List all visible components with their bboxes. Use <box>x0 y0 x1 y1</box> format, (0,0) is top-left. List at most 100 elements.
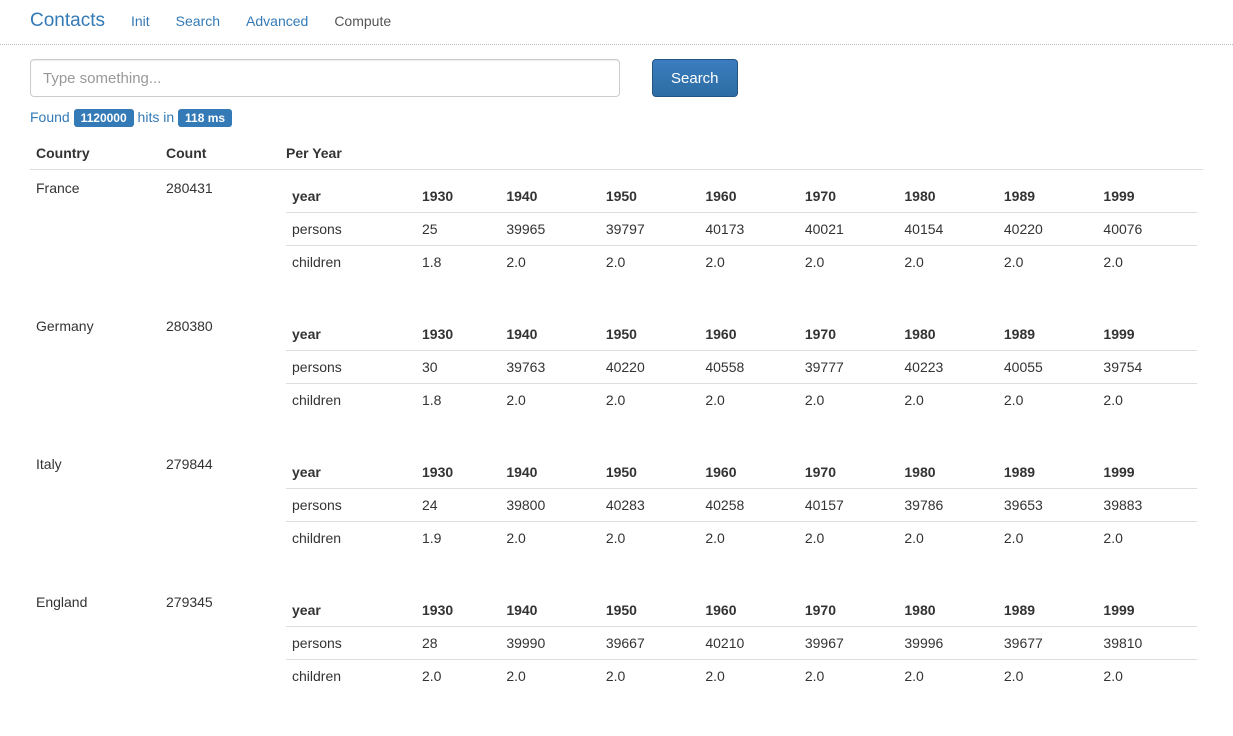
table-row: England279345year19301940195019601970198… <box>30 584 1203 722</box>
per-year-cell: 40258 <box>699 489 799 522</box>
per-year-cell: 1960 <box>699 456 799 489</box>
per-year-cell: 2.0 <box>898 660 998 693</box>
per-year-cell: 39800 <box>500 489 600 522</box>
per-year-row-label: children <box>286 660 416 693</box>
per-year-cell: 2.0 <box>600 246 700 279</box>
per-year-cell: 39667 <box>600 627 700 660</box>
per-year-cell: 1940 <box>500 180 600 213</box>
per-year-cell: 1999 <box>1097 318 1197 351</box>
per-year-row-label: year <box>286 594 416 627</box>
per-year-cell: 2.0 <box>500 660 600 693</box>
per-year-cell: 39763 <box>500 351 600 384</box>
table-row: Italy279844year1930194019501960197019801… <box>30 446 1203 584</box>
per-year-cell: 1970 <box>799 180 899 213</box>
results-prefix: Found <box>30 109 70 125</box>
per-year-cell: 40055 <box>998 351 1098 384</box>
col-header-country: Country <box>30 137 160 170</box>
cell-country: France <box>30 170 160 309</box>
per-year-cell: 28 <box>416 627 500 660</box>
per-year-table: year19301940195019601970198019891999pers… <box>286 456 1197 554</box>
per-year-cell: 40076 <box>1097 213 1197 246</box>
per-year-cell: 2.0 <box>699 522 799 555</box>
per-year-cell: 1950 <box>600 594 700 627</box>
per-year-cell: 1980 <box>898 594 998 627</box>
per-year-cell: 40223 <box>898 351 998 384</box>
per-year-cell: 39797 <box>600 213 700 246</box>
per-year-cell: 1.9 <box>416 522 500 555</box>
per-year-cell: 2.0 <box>898 246 998 279</box>
per-year-cell: 1989 <box>998 180 1098 213</box>
per-year-cell: 30 <box>416 351 500 384</box>
col-header-count: Count <box>160 137 280 170</box>
per-year-cell: 1989 <box>998 594 1098 627</box>
per-year-cell: 1940 <box>500 318 600 351</box>
cell-per-year: year19301940195019601970198019891999pers… <box>280 170 1203 309</box>
per-year-cell: 25 <box>416 213 500 246</box>
per-year-cell: 2.0 <box>1097 660 1197 693</box>
per-year-row-label: year <box>286 318 416 351</box>
nav-link-init[interactable]: Init <box>131 13 150 29</box>
per-year-cell: 39786 <box>898 489 998 522</box>
cell-country: Italy <box>30 446 160 584</box>
per-year-table: year19301940195019601970198019891999pers… <box>286 594 1197 692</box>
per-year-cell: 2.0 <box>998 246 1098 279</box>
results-summary: Found 1120000 hits in 118 ms <box>30 109 1203 127</box>
results-table-header-row: Country Count Per Year <box>30 137 1203 170</box>
table-row: Germany280380year19301940195019601970198… <box>30 308 1203 446</box>
per-year-cell: 1930 <box>416 180 500 213</box>
per-year-cell: 1950 <box>600 180 700 213</box>
per-year-cell: 2.0 <box>600 660 700 693</box>
cell-count: 279345 <box>160 584 280 722</box>
per-year-cell: 40558 <box>699 351 799 384</box>
cell-per-year: year19301940195019601970198019891999pers… <box>280 446 1203 584</box>
per-year-cell: 1970 <box>799 594 899 627</box>
per-year-cell: 2.0 <box>699 384 799 417</box>
per-year-cell: 1999 <box>1097 180 1197 213</box>
cell-country: England <box>30 584 160 722</box>
per-year-row: children2.02.02.02.02.02.02.02.0 <box>286 660 1197 693</box>
per-year-cell: 1940 <box>500 456 600 489</box>
per-year-cell: 39754 <box>1097 351 1197 384</box>
nav-link-search[interactable]: Search <box>176 13 220 29</box>
per-year-cell: 39677 <box>998 627 1098 660</box>
per-year-cell: 40210 <box>699 627 799 660</box>
per-year-row: children1.82.02.02.02.02.02.02.0 <box>286 246 1197 279</box>
per-year-cell: 2.0 <box>998 660 1098 693</box>
per-year-cell: 1930 <box>416 456 500 489</box>
search-button[interactable]: Search <box>652 59 738 97</box>
per-year-cell: 2.0 <box>500 384 600 417</box>
per-year-cell: 2.0 <box>898 384 998 417</box>
cell-per-year: year19301940195019601970198019891999pers… <box>280 308 1203 446</box>
cell-count: 280431 <box>160 170 280 309</box>
brand-title[interactable]: Contacts <box>30 10 105 32</box>
per-year-cell: 1989 <box>998 456 1098 489</box>
per-year-row-label: persons <box>286 213 416 246</box>
results-hits-badge: 1120000 <box>74 109 134 127</box>
per-year-cell: 39967 <box>799 627 899 660</box>
per-year-cell: 1960 <box>699 180 799 213</box>
cell-count: 279844 <box>160 446 280 584</box>
per-year-row: year19301940195019601970198019891999 <box>286 456 1197 489</box>
per-year-cell: 1980 <box>898 180 998 213</box>
per-year-cell: 40173 <box>699 213 799 246</box>
per-year-cell: 39996 <box>898 627 998 660</box>
per-year-cell: 40157 <box>799 489 899 522</box>
per-year-cell: 1950 <box>600 318 700 351</box>
nav-link-advanced[interactable]: Advanced <box>246 13 308 29</box>
per-year-cell: 39965 <box>500 213 600 246</box>
per-year-cell: 1960 <box>699 318 799 351</box>
nav-link-compute[interactable]: Compute <box>334 13 391 29</box>
search-input[interactable] <box>30 59 620 97</box>
per-year-row-label: year <box>286 456 416 489</box>
per-year-cell: 40220 <box>600 351 700 384</box>
per-year-cell: 2.0 <box>898 522 998 555</box>
per-year-cell: 1950 <box>600 456 700 489</box>
per-year-row: year19301940195019601970198019891999 <box>286 318 1197 351</box>
per-year-row: persons253996539797401734002140154402204… <box>286 213 1197 246</box>
per-year-row-label: persons <box>286 351 416 384</box>
per-year-row: persons243980040283402584015739786396533… <box>286 489 1197 522</box>
per-year-cell: 2.0 <box>799 522 899 555</box>
per-year-row-label: children <box>286 522 416 555</box>
content-area: Search Found 1120000 hits in 118 ms Coun… <box>0 45 1233 736</box>
per-year-cell: 24 <box>416 489 500 522</box>
